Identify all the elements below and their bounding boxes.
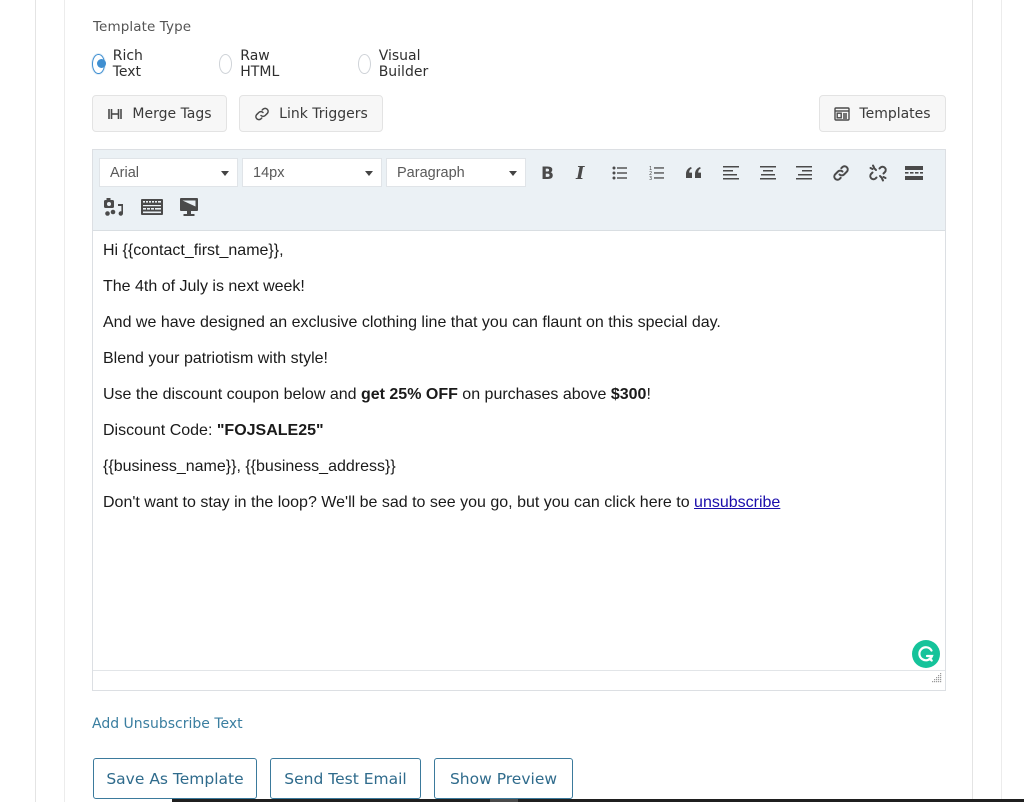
discount-code: "FOJSALE25" bbox=[216, 422, 324, 439]
merge-tags-label: Merge Tags bbox=[132, 105, 212, 122]
keyboard-icon bbox=[141, 199, 163, 215]
radio-label: Visual Builder bbox=[378, 48, 429, 80]
templates-label: Templates bbox=[859, 105, 931, 122]
panel-border-left-outer bbox=[35, 0, 36, 802]
grammarly-icon bbox=[918, 646, 934, 662]
content-line: The 4th of July is next week! bbox=[103, 278, 305, 295]
content-line: Hi {{contact_first_name}}, bbox=[103, 242, 284, 259]
resize-handle-icon[interactable] bbox=[932, 668, 942, 687]
text: ! bbox=[646, 386, 651, 403]
italic-button[interactable]: I bbox=[569, 160, 595, 186]
chevron-down-icon bbox=[221, 171, 229, 176]
radio-visual-builder[interactable]: Visual Builder bbox=[358, 48, 436, 80]
content-line: And we have designed an exclusive clothi… bbox=[103, 314, 721, 331]
templates-button[interactable]: Templates bbox=[819, 95, 946, 132]
radio-rich-text[interactable]: Rich Text bbox=[92, 48, 150, 80]
unlink-icon bbox=[869, 164, 887, 182]
block-format-value: Paragraph bbox=[397, 164, 465, 181]
align-center-button[interactable] bbox=[755, 160, 781, 186]
content-line: Don't want to stay in the loop? We'll be… bbox=[103, 493, 935, 513]
bold-icon: B bbox=[541, 165, 554, 181]
preview-button[interactable] bbox=[176, 194, 202, 220]
content-line: {{business_name}}, {{business_address}} bbox=[103, 458, 396, 475]
monitor-icon bbox=[180, 198, 198, 216]
panel-border-right-outer bbox=[1001, 0, 1002, 802]
show-preview-button[interactable]: Show Preview bbox=[434, 758, 573, 799]
insert-link-button[interactable] bbox=[828, 160, 854, 186]
insert-media-button[interactable] bbox=[101, 194, 127, 220]
bullet-list-button[interactable] bbox=[607, 160, 633, 186]
blockquote-button[interactable] bbox=[681, 160, 707, 186]
bullet-list-icon bbox=[612, 166, 627, 180]
text: Discount Code: bbox=[103, 422, 217, 439]
radio-label: Rich Text bbox=[112, 48, 143, 80]
font-family-select[interactable]: Arial bbox=[99, 158, 238, 187]
align-left-button[interactable] bbox=[718, 160, 744, 186]
link-icon bbox=[254, 106, 270, 122]
radio-label: Raw HTML bbox=[240, 48, 280, 80]
text: Use the discount coupon below and bbox=[103, 386, 361, 403]
radio-raw-html[interactable]: Raw HTML bbox=[219, 48, 286, 80]
align-right-button[interactable] bbox=[791, 160, 817, 186]
text: on purchases above bbox=[457, 386, 611, 403]
horizontal-rule-icon bbox=[905, 166, 923, 180]
add-unsubscribe-text-link[interactable]: Add Unsubscribe Text bbox=[92, 716, 243, 732]
unlink-button[interactable] bbox=[865, 160, 891, 186]
align-right-icon bbox=[796, 166, 812, 180]
radio-indicator[interactable] bbox=[358, 54, 371, 74]
content-line: Discount Code: "FOJSALE25" bbox=[103, 421, 935, 441]
merge-tags-button[interactable]: Merge Tags bbox=[92, 95, 227, 132]
link-icon bbox=[833, 165, 849, 181]
template-icon bbox=[834, 106, 851, 121]
align-left-icon bbox=[723, 166, 739, 180]
content-line: Use the discount coupon below and get 25… bbox=[103, 385, 935, 405]
bold-button[interactable]: B bbox=[534, 160, 560, 186]
blockquote-icon bbox=[686, 167, 701, 178]
link-triggers-button[interactable]: Link Triggers bbox=[239, 95, 383, 132]
grammarly-button[interactable] bbox=[912, 640, 940, 668]
radio-indicator-checked[interactable] bbox=[92, 54, 106, 74]
svg-text:B: B bbox=[541, 165, 554, 181]
chevron-down-icon bbox=[509, 171, 517, 176]
send-test-email-button[interactable]: Send Test Email bbox=[270, 758, 421, 799]
align-center-icon bbox=[760, 166, 776, 180]
editor-content[interactable]: Hi {{contact_first_name}}, The 4th of Ju… bbox=[93, 231, 945, 513]
link-triggers-label: Link Triggers bbox=[279, 105, 368, 122]
save-as-template-button[interactable]: Save As Template bbox=[93, 758, 257, 799]
panel-border-left-inner bbox=[64, 0, 65, 802]
numbered-list-button[interactable]: 123 bbox=[644, 160, 670, 186]
font-size-value: 14px bbox=[253, 164, 285, 181]
svg-text:I: I bbox=[575, 165, 585, 181]
bold-text: get 25% OFF bbox=[360, 386, 458, 403]
horizontal-rule-button[interactable] bbox=[901, 160, 927, 186]
panel-border-right-inner bbox=[972, 0, 973, 802]
merge-tags-icon bbox=[107, 108, 123, 120]
template-type-label: Template Type bbox=[93, 19, 192, 35]
chevron-down-icon bbox=[365, 171, 373, 176]
editor-toolbar: Arial 14px Paragraph B I 123 bbox=[93, 150, 945, 231]
editor-statusbar bbox=[93, 670, 945, 690]
numbered-list-icon: 123 bbox=[649, 166, 664, 181]
text: Don't want to stay in the loop? We'll be… bbox=[103, 494, 695, 511]
keyboard-shortcuts-button[interactable] bbox=[139, 194, 165, 220]
italic-icon: I bbox=[575, 165, 585, 181]
font-size-select[interactable]: 14px bbox=[242, 158, 382, 187]
media-icon bbox=[104, 198, 124, 216]
svg-text:3: 3 bbox=[649, 176, 652, 181]
radio-indicator[interactable] bbox=[219, 54, 233, 74]
font-family-value: Arial bbox=[110, 164, 140, 181]
bold-text: $300 bbox=[610, 386, 647, 403]
rich-text-editor: Arial 14px Paragraph B I 123 Hi {{contac… bbox=[92, 149, 946, 691]
content-line: Blend your patriotism with style! bbox=[103, 350, 328, 367]
unsubscribe-link[interactable]: unsubscribe bbox=[694, 494, 780, 511]
block-format-select[interactable]: Paragraph bbox=[386, 158, 526, 187]
